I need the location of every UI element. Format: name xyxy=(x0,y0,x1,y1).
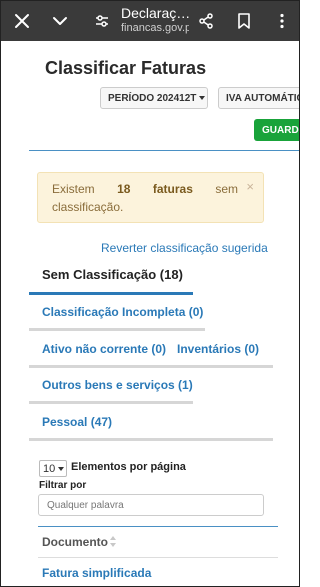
alert-count: 18 xyxy=(117,182,131,196)
iva-label: IVA AUTOMÁTIC xyxy=(226,92,300,104)
alert-line-1: Existem 18 faturas sem xyxy=(52,182,238,196)
header-divider xyxy=(29,150,299,151)
caret-down-icon xyxy=(199,96,206,100)
column-header-documento[interactable]: Documento xyxy=(42,535,108,549)
close-icon[interactable] xyxy=(5,1,39,41)
page-size-value: 10 xyxy=(43,462,56,475)
filter-label: Filtrar por xyxy=(39,480,87,491)
caret-down-icon xyxy=(58,466,65,471)
tab-pessoal[interactable]: Pessoal (47) xyxy=(42,415,112,429)
tab-inventarios[interactable]: Inventários (0) xyxy=(177,342,259,356)
page-size-select[interactable]: 10 xyxy=(39,460,67,477)
iva-automatic-dropdown[interactable]: IVA AUTOMÁTIC xyxy=(218,87,300,109)
table-top-border xyxy=(38,526,278,527)
tab-underline xyxy=(29,328,205,331)
site-settings-icon[interactable] xyxy=(85,1,119,41)
alert-word-sem: sem xyxy=(215,182,238,196)
tab-underline xyxy=(29,401,193,404)
browser-toolbar: Declaraç… financas.gov.pt xyxy=(1,1,299,41)
save-button[interactable]: GUARDAR xyxy=(254,119,299,141)
table-row-document-link[interactable]: Fatura simplificada xyxy=(42,566,151,580)
alert-line-2: classificação. xyxy=(52,200,124,214)
share-icon[interactable] xyxy=(189,1,223,41)
tab-classificacao-incompleta[interactable]: Classificação Incompleta (0) xyxy=(42,305,203,319)
screen: Declaraç… financas.gov.pt Classificar Fa… xyxy=(0,0,300,587)
period-label: PERÍODO 202412T xyxy=(108,92,197,104)
url-text[interactable]: financas.gov.pt xyxy=(121,22,189,35)
warning-alert: Existem 18 faturas sem classificação. × xyxy=(37,172,264,223)
tab-ativo-nao-corrente[interactable]: Ativo não corrente (0) xyxy=(42,342,166,356)
filter-input[interactable] xyxy=(38,494,264,516)
more-vert-icon[interactable] xyxy=(265,1,299,41)
chevron-down-icon[interactable] xyxy=(43,1,77,41)
alert-close-icon[interactable]: × xyxy=(246,179,254,194)
tab-underline xyxy=(29,438,273,441)
tab-title: Declaraç… xyxy=(121,5,189,21)
revert-classification-link[interactable]: Reverter classificação sugerida xyxy=(101,241,268,255)
bookmark-icon[interactable] xyxy=(227,1,261,41)
tab-outros-bens-servicos[interactable]: Outros bens e serviços (1) xyxy=(42,378,193,392)
sort-icon[interactable] xyxy=(110,536,117,548)
alert-word-existem: Existem xyxy=(52,182,95,196)
tab-underline xyxy=(29,365,273,368)
page-size-label: Elementos por página xyxy=(71,461,186,473)
alert-word-faturas: faturas xyxy=(152,182,193,196)
active-tab-underline xyxy=(29,292,193,295)
tab-sem-classificacao[interactable]: Sem Classificação (18) xyxy=(42,267,183,282)
period-dropdown[interactable]: PERÍODO 202412T xyxy=(100,87,208,109)
table-header-divider xyxy=(38,557,278,558)
page-title: Classificar Faturas xyxy=(45,58,207,78)
